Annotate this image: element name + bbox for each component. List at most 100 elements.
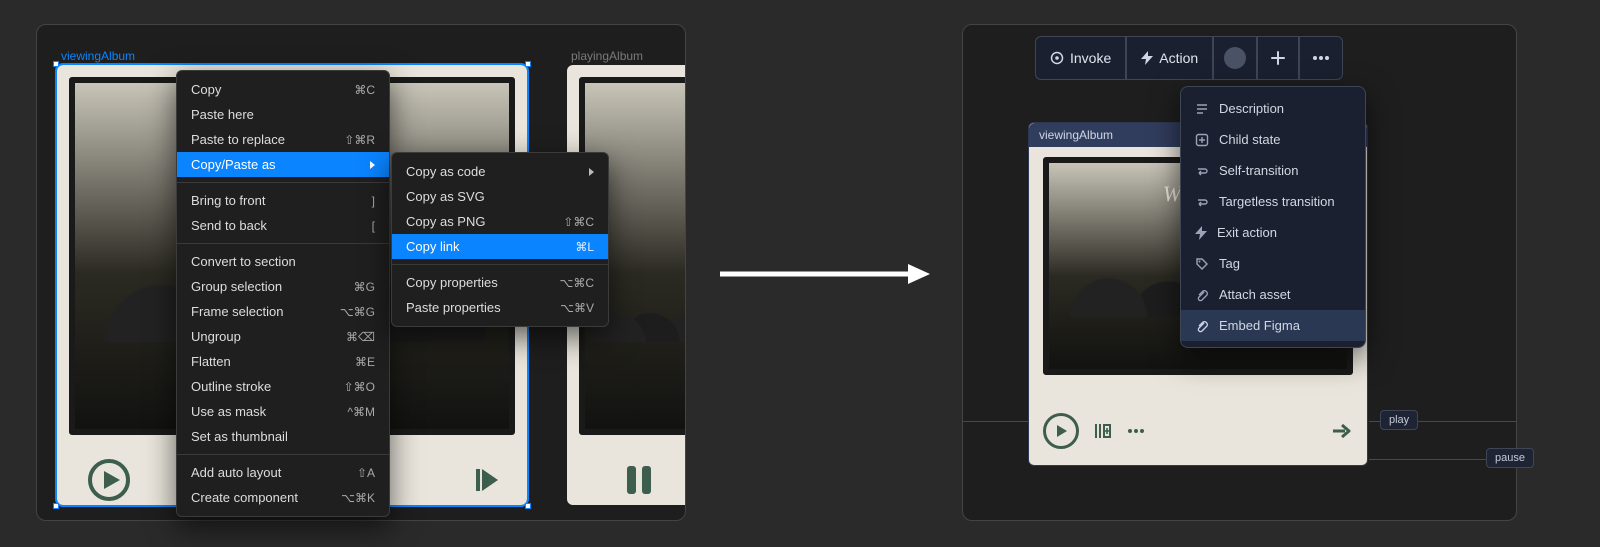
menu-item-label: Group selection — [191, 279, 282, 294]
menu-item-label: Copy as PNG — [406, 214, 485, 229]
library-add-icon[interactable] — [1093, 421, 1113, 441]
menu-item-label: Targetless transition — [1219, 194, 1335, 209]
resize-handle-icon[interactable] — [53, 503, 59, 509]
menu-item-bring-front[interactable]: Bring to front ] — [177, 188, 389, 213]
menu-item-shortcut: ⌘C — [354, 83, 375, 97]
menu-item-paste-replace[interactable]: Paste to replace ⇧⌘R — [177, 127, 389, 152]
menu-item-shortcut: ] — [372, 194, 375, 208]
play-icon[interactable] — [1043, 413, 1079, 449]
ellipsis-icon — [1312, 55, 1330, 61]
menu-item-shortcut: ⇧⌘R — [344, 133, 375, 147]
menu-item-label: Copy — [191, 82, 221, 97]
color-swatch-icon — [1224, 47, 1246, 69]
context-menu: Copy ⌘C Paste here Paste to replace ⇧⌘R … — [176, 70, 390, 517]
pause-icon[interactable] — [617, 458, 661, 502]
lines-icon — [1195, 102, 1209, 116]
state-add-menu: Description Child state Self-transition … — [1180, 86, 1366, 348]
menu-separator — [177, 182, 389, 183]
menu-item-label: Attach asset — [1219, 287, 1291, 302]
menu-item-copy-as-svg[interactable]: Copy as SVG — [392, 184, 608, 209]
menu-item-label: Flatten — [191, 354, 231, 369]
ellipsis-icon[interactable] — [1127, 428, 1145, 434]
menu-item-label: Paste to replace — [191, 132, 285, 147]
bolt-icon — [1195, 226, 1207, 240]
submenu-arrow-icon — [370, 161, 375, 169]
menu-item-description[interactable]: Description — [1181, 93, 1365, 124]
menu-item-paste-here[interactable]: Paste here — [177, 102, 389, 127]
menu-item-copy-as-code[interactable]: Copy as code — [392, 159, 608, 184]
resize-handle-icon[interactable] — [53, 61, 59, 67]
target-icon — [1050, 51, 1064, 65]
menu-item-label: Copy link — [406, 239, 459, 254]
menu-item-flatten[interactable]: Flatten ⌘E — [177, 349, 389, 374]
menu-item-send-back[interactable]: Send to back [ — [177, 213, 389, 238]
menu-item-shortcut: ⇧A — [357, 466, 375, 480]
color-swatch-button[interactable] — [1213, 36, 1257, 80]
arrow-icon — [720, 262, 930, 282]
menu-item-self-transition[interactable]: Self-transition — [1181, 155, 1365, 186]
menu-item-tag[interactable]: Tag — [1181, 248, 1365, 279]
transition-label-play[interactable]: play — [1380, 410, 1418, 430]
resize-handle-icon[interactable] — [525, 61, 531, 67]
state-toolbar: Invoke Action — [1035, 36, 1343, 80]
menu-item-paste-properties[interactable]: Paste properties ⌥⌘V — [392, 295, 608, 320]
add-button[interactable] — [1257, 36, 1299, 80]
attachment-icon — [1195, 288, 1209, 302]
menu-item-label: Outline stroke — [191, 379, 271, 394]
loop-icon — [1195, 195, 1209, 209]
menu-item-shortcut: ⇧⌘C — [563, 215, 594, 229]
menu-item-label: Use as mask — [191, 404, 266, 419]
menu-item-shortcut: ⌘E — [355, 355, 375, 369]
menu-item-shortcut: ⌘L — [575, 240, 594, 254]
menu-item-copy[interactable]: Copy ⌘C — [177, 77, 389, 102]
menu-item-copy-paste-as[interactable]: Copy/Paste as — [177, 152, 389, 177]
menu-item-targetless-transition[interactable]: Targetless transition — [1181, 186, 1365, 217]
play-icon[interactable] — [87, 458, 131, 502]
menu-item-convert-section[interactable]: Convert to section — [177, 249, 389, 274]
menu-item-outline-stroke[interactable]: Outline stroke ⇧⌘O — [177, 374, 389, 399]
menu-item-exit-action[interactable]: Exit action — [1181, 217, 1365, 248]
toolbar-label: Action — [1159, 50, 1198, 66]
menu-item-set-thumbnail[interactable]: Set as thumbnail — [177, 424, 389, 449]
menu-item-label: Exit action — [1217, 225, 1277, 240]
resize-handle-icon[interactable] — [525, 503, 531, 509]
menu-item-label: Copy properties — [406, 275, 498, 290]
menu-item-shortcut: ⌥⌘G — [340, 305, 375, 319]
more-button[interactable] — [1299, 36, 1343, 80]
arrow-right-icon[interactable] — [1331, 421, 1353, 441]
menu-item-shortcut: ⇧⌘O — [344, 380, 375, 394]
menu-item-copy-as-png[interactable]: Copy as PNG ⇧⌘C — [392, 209, 608, 234]
menu-item-label: Frame selection — [191, 304, 283, 319]
add-box-icon — [1195, 133, 1209, 147]
transition-label-pause[interactable]: pause — [1486, 448, 1534, 468]
attachment-icon — [1195, 319, 1209, 333]
menu-item-create-component[interactable]: Create component ⌥⌘K — [177, 485, 389, 510]
menu-item-use-as-mask[interactable]: Use as mask ^⌘M — [177, 399, 389, 424]
menu-item-shortcut: ⌘G — [354, 280, 375, 294]
menu-separator — [392, 264, 608, 265]
action-button[interactable]: Action — [1126, 36, 1213, 80]
menu-item-label: Add auto layout — [191, 465, 281, 480]
menu-item-ungroup[interactable]: Ungroup ⌘⌫ — [177, 324, 389, 349]
context-submenu: Copy as code Copy as SVG Copy as PNG ⇧⌘C… — [391, 152, 609, 327]
tag-icon — [1195, 257, 1209, 271]
menu-item-child-state[interactable]: Child state — [1181, 124, 1365, 155]
menu-item-group-selection[interactable]: Group selection ⌘G — [177, 274, 389, 299]
menu-item-copy-properties[interactable]: Copy properties ⌥⌘C — [392, 270, 608, 295]
menu-item-label: Paste properties — [406, 300, 501, 315]
invoke-button[interactable]: Invoke — [1035, 36, 1126, 80]
menu-item-frame-selection[interactable]: Frame selection ⌥⌘G — [177, 299, 389, 324]
menu-item-label: Embed Figma — [1219, 318, 1300, 333]
menu-item-shortcut: ^⌘M — [347, 405, 375, 419]
frame-label-playing[interactable]: playingAlbum — [571, 49, 643, 63]
toolbar-label: Invoke — [1070, 50, 1111, 66]
menu-item-add-auto-layout[interactable]: Add auto layout ⇧A — [177, 460, 389, 485]
frame-label-viewing[interactable]: viewingAlbum — [61, 49, 135, 63]
menu-item-copy-link[interactable]: Copy link ⌘L — [392, 234, 608, 259]
menu-item-label: Convert to section — [191, 254, 296, 269]
menu-item-attach-asset[interactable]: Attach asset — [1181, 279, 1365, 310]
menu-item-label: Child state — [1219, 132, 1280, 147]
menu-item-label: Send to back — [191, 218, 267, 233]
skip-icon[interactable] — [467, 458, 511, 502]
menu-item-embed-figma[interactable]: Embed Figma — [1181, 310, 1365, 341]
